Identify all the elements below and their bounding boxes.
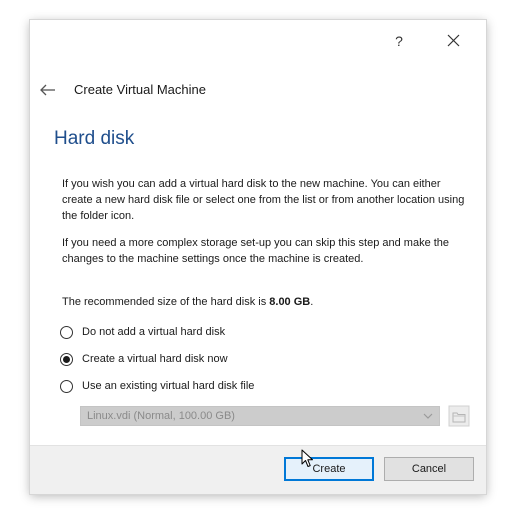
create-button[interactable]: Create <box>284 457 374 481</box>
wizard-title: Create Virtual Machine <box>74 82 206 97</box>
page-title: Hard disk <box>54 128 135 149</box>
recommended-size-text: The recommended size of the hard disk is… <box>62 294 466 310</box>
option-no-disk[interactable]: Do not add a virtual hard disk <box>60 322 225 342</box>
choose-disk-file-button[interactable] <box>448 405 470 427</box>
button-bar: Create Cancel <box>30 445 486 494</box>
back-arrow-icon <box>40 84 55 96</box>
create-vm-dialog: ? Create Virtual Machine Hard disk If yo… <box>30 20 486 494</box>
advanced-storage-paragraph: If you need a more complex storage set-u… <box>62 237 450 265</box>
existing-disk-select[interactable]: Linux.vdi (Normal, 100.00 GB) <box>80 406 440 426</box>
chevron-down-icon <box>423 413 433 419</box>
radio-existing-disk[interactable] <box>60 379 73 393</box>
close-button[interactable] <box>442 29 466 53</box>
folder-icon <box>448 405 470 427</box>
title-bar: ? <box>30 20 486 62</box>
radio-no-disk[interactable] <box>60 325 73 339</box>
option-existing-disk-label: Use an existing virtual hard disk file <box>82 380 255 392</box>
close-icon <box>447 34 460 47</box>
back-button[interactable] <box>38 80 58 100</box>
existing-disk-select-value: Linux.vdi (Normal, 100.00 GB) <box>87 410 235 422</box>
recommended-size-prefix: The recommended size of the hard disk is <box>62 296 270 308</box>
option-create-disk-label: Create a virtual hard disk now <box>82 353 228 365</box>
recommended-size-suffix: . <box>310 296 314 308</box>
option-create-disk[interactable]: Create a virtual hard disk now <box>60 349 228 369</box>
cancel-button[interactable]: Cancel <box>384 457 474 481</box>
description-paragraph: If you wish you can add a virtual hard d… <box>62 178 465 222</box>
option-existing-disk[interactable]: Use an existing virtual hard disk file <box>60 376 254 396</box>
radio-create-disk[interactable] <box>60 352 73 366</box>
help-button[interactable]: ? <box>388 30 410 52</box>
option-no-disk-label: Do not add a virtual hard disk <box>82 326 226 338</box>
recommended-size-value: 8.00 GB <box>269 296 311 308</box>
wizard-nav: Create Virtual Machine <box>30 78 486 102</box>
